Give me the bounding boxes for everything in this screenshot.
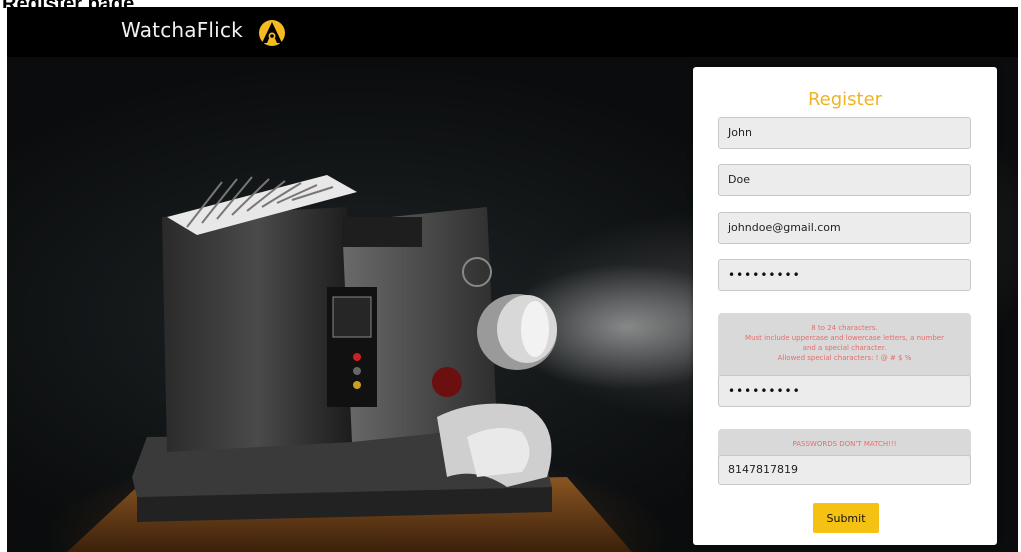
password-mismatch-text: PASSWORDS DON'T MATCH!!! bbox=[792, 440, 897, 448]
navbar: WatchaFlick bbox=[7, 7, 1018, 57]
register-title: Register bbox=[807, 89, 883, 110]
password-hint-line: Allowed special characters: ! @ # $ % bbox=[777, 354, 912, 362]
password-field[interactable]: ••••••••• bbox=[718, 259, 971, 291]
email-field[interactable]: johndoe@gmail.com bbox=[718, 212, 971, 244]
confirm-password-field[interactable]: ••••••••• bbox=[718, 375, 971, 407]
submit-button[interactable]: Submit bbox=[813, 503, 879, 533]
password-hint-line: and a special character. bbox=[802, 344, 887, 352]
watchaflick-logo-icon[interactable] bbox=[257, 18, 287, 48]
password-hint-line: Must include uppercase and lowercase let… bbox=[745, 334, 944, 342]
password-hint-line: 8 to 24 characters. bbox=[811, 324, 878, 332]
register-card: Register John Doe johndoe@gmail.com ••••… bbox=[693, 67, 997, 545]
app-window: WatchaFlick Register John Doe johndoe@gm… bbox=[7, 7, 1018, 552]
brand-name[interactable]: WatchaFlick bbox=[121, 18, 243, 42]
phone-field[interactable]: 8147817819 bbox=[718, 455, 971, 485]
last-name-field[interactable]: Doe bbox=[718, 164, 971, 196]
password-requirements-note: 8 to 24 characters. Must include upperca… bbox=[718, 313, 971, 379]
first-name-field[interactable]: John bbox=[718, 117, 971, 149]
